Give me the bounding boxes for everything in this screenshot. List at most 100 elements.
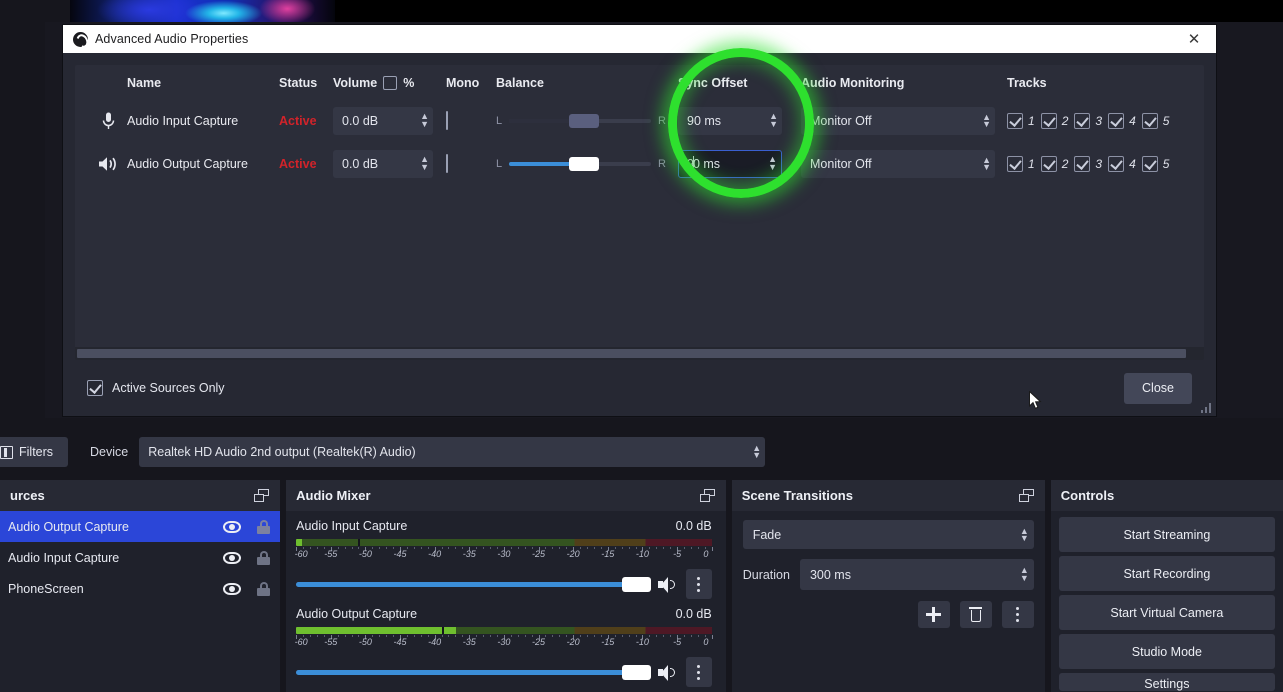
eye-icon[interactable] <box>223 582 242 595</box>
meter-tick-label: -50 <box>358 637 372 647</box>
dialog-body: Name Status Volume % Mono Balance Sync O… <box>63 53 1216 416</box>
column-header-sync-offset: Sync Offset <box>678 76 748 90</box>
meter-minor-tick <box>628 547 630 549</box>
track-label: 1 <box>1028 156 1035 171</box>
meter-minor-tick <box>420 547 422 549</box>
track-checkbox-5[interactable]: 5 <box>1141 112 1169 129</box>
mixer-channel-db: 0.0 dB <box>675 607 712 621</box>
track-checkbox-1[interactable]: 1 <box>1007 112 1035 129</box>
resize-grip[interactable] <box>1201 403 1211 413</box>
sync-offset-spinbox[interactable]: 90 ms ▲ ▼ <box>678 106 782 135</box>
track-checkbox-5[interactable]: 5 <box>1141 155 1170 172</box>
device-value: Realtek HD Audio 2nd output (Realtek(R) … <box>148 445 416 459</box>
dock-panels: urces Audio Output Capture Audio Input C… <box>0 480 1283 692</box>
meter-tick-label: -25 <box>532 549 546 559</box>
balance-track[interactable] <box>509 156 652 171</box>
meter-tick-label: -15 <box>601 549 615 559</box>
start-streaming-button[interactable]: Start Streaming <box>1058 517 1275 552</box>
balance-track[interactable] <box>509 113 652 128</box>
mixer-channel: Audio Input Capture 0.0 dB -60 -55 -50 -45-… <box>286 511 726 599</box>
table-horizontal-scrollbar[interactable] <box>75 347 1204 360</box>
track-checkbox-4[interactable]: 4 <box>1108 155 1136 172</box>
meter-tick-label: -35 <box>462 637 476 647</box>
lock-icon[interactable] <box>257 581 271 596</box>
track-checkbox-3[interactable]: 3 <box>1074 112 1102 129</box>
filters-button[interactable]: Filters <box>0 437 68 467</box>
source-name: Audio Output Capture <box>127 156 248 171</box>
sources-panel: urces Audio Output Capture Audio Input C… <box>0 480 281 692</box>
meter-tick <box>711 547 713 551</box>
obs-logo-icon <box>73 31 88 47</box>
mixer-options-menu-button[interactable] <box>685 657 712 687</box>
popout-icon[interactable] <box>1018 488 1035 503</box>
sync-offset-stepper-arrows[interactable]: ▲ ▼ <box>768 155 777 172</box>
column-header-name: Name <box>127 76 162 90</box>
meter-minor-tick <box>587 635 589 637</box>
scrollbar-thumb[interactable] <box>77 349 1186 358</box>
balance-right-label: R <box>658 157 666 170</box>
audio-monitoring-select[interactable]: Monitor Off ▲ ▼ <box>801 106 995 135</box>
list-item[interactable]: Audio Input Capture <box>0 542 280 573</box>
eye-icon[interactable] <box>223 520 242 533</box>
track-label: 5 <box>1162 156 1170 171</box>
controls-panel: Controls Start Streaming Start Recording… <box>1050 480 1283 692</box>
volume-value: 0.0 dB <box>342 156 379 171</box>
eye-icon[interactable] <box>223 551 242 564</box>
meter-minor-tick <box>441 635 443 637</box>
close-button[interactable]: Close <box>1124 372 1192 404</box>
volume-stepper-arrows[interactable]: ▲ ▼ <box>420 155 429 172</box>
column-header-mono: Mono <box>446 76 480 90</box>
mixer-options-menu-button[interactable] <box>685 569 712 599</box>
volume-stepper-arrows[interactable]: ▲ ▼ <box>420 112 429 129</box>
meter-tick-label: -55 <box>324 637 338 647</box>
mute-speaker-icon[interactable] <box>657 576 677 593</box>
lock-icon[interactable] <box>257 519 271 534</box>
track-checkbox-4[interactable]: 4 <box>1108 112 1136 129</box>
transition-options-menu-button[interactable] <box>1001 601 1034 628</box>
device-select[interactable]: Realtek HD Audio 2nd output (Realtek(R) … <box>139 437 766 467</box>
meter-tick-label: -5 <box>673 549 682 559</box>
transition-select[interactable]: Fade ▲ ▼ <box>742 520 1034 549</box>
mono-checkbox[interactable] <box>446 153 448 173</box>
start-virtual-camera-button[interactable]: Start Virtual Camera <box>1058 595 1275 630</box>
volume-spinbox[interactable]: 0.0 dB ▲ ▼ <box>333 106 433 135</box>
sync-offset-spinbox[interactable]: 90 ms ▲ ▼ <box>678 149 782 178</box>
settings-button[interactable]: Settings <box>1058 673 1275 691</box>
audio-monitoring-select[interactable]: Monitor Off ▲ ▼ <box>801 149 995 178</box>
studio-mode-button[interactable]: Studio Mode <box>1058 634 1275 669</box>
list-item[interactable]: Audio Output Capture <box>0 511 281 542</box>
volume-percent-checkbox[interactable] <box>383 76 398 90</box>
sync-offset-stepper-arrows[interactable]: ▲ ▼ <box>769 112 778 129</box>
duration-stepper-arrows[interactable]: ▲ ▼ <box>1020 566 1029 583</box>
mute-speaker-icon[interactable] <box>657 664 677 681</box>
balance-right-label: R <box>658 114 666 127</box>
track-checkbox-2[interactable]: 2 <box>1040 155 1068 172</box>
popout-icon[interactable] <box>254 488 270 503</box>
meter-tick-label: -40 <box>428 637 442 647</box>
list-item[interactable]: PhoneScreen <box>0 573 280 604</box>
lock-icon[interactable] <box>257 550 271 565</box>
obs-lower-area: Filters Device Realtek HD Audio 2nd outp… <box>0 418 1283 692</box>
add-transition-button[interactable] <box>917 601 950 628</box>
track-checkbox-1[interactable]: 1 <box>1007 155 1035 172</box>
remove-transition-button[interactable] <box>959 601 992 628</box>
balance-slider[interactable]: L R <box>496 156 666 171</box>
audio-monitoring-value: Monitor Off <box>810 156 872 171</box>
close-icon[interactable]: ✕ <box>1172 25 1216 53</box>
active-sources-only-checkbox[interactable]: Active Sources Only <box>87 380 225 396</box>
sources-panel-header: urces <box>0 480 281 511</box>
popout-icon[interactable] <box>699 488 716 503</box>
mono-checkbox[interactable] <box>446 110 448 130</box>
meter-minor-tick <box>379 547 381 549</box>
meter-scale: -60 -55 -50 -45 -40 -35 -30 -25 -20 -15 -10 -5 0 <box>295 547 713 560</box>
volume-slider[interactable] <box>296 664 652 680</box>
chevron-updown-icon: ▲ ▼ <box>982 154 991 172</box>
duration-spinbox[interactable]: 300 ms ▲ ▼ <box>799 559 1034 590</box>
track-checkbox-3[interactable]: 3 <box>1074 155 1102 172</box>
start-recording-button[interactable]: Start Recording <box>1058 556 1275 591</box>
balance-slider[interactable]: L R <box>496 113 666 128</box>
volume-slider[interactable] <box>296 576 652 592</box>
track-checkbox-2[interactable]: 2 <box>1040 112 1068 129</box>
volume-spinbox[interactable]: 0.0 dB ▲ ▼ <box>333 149 433 178</box>
source-status: Active <box>279 156 317 171</box>
